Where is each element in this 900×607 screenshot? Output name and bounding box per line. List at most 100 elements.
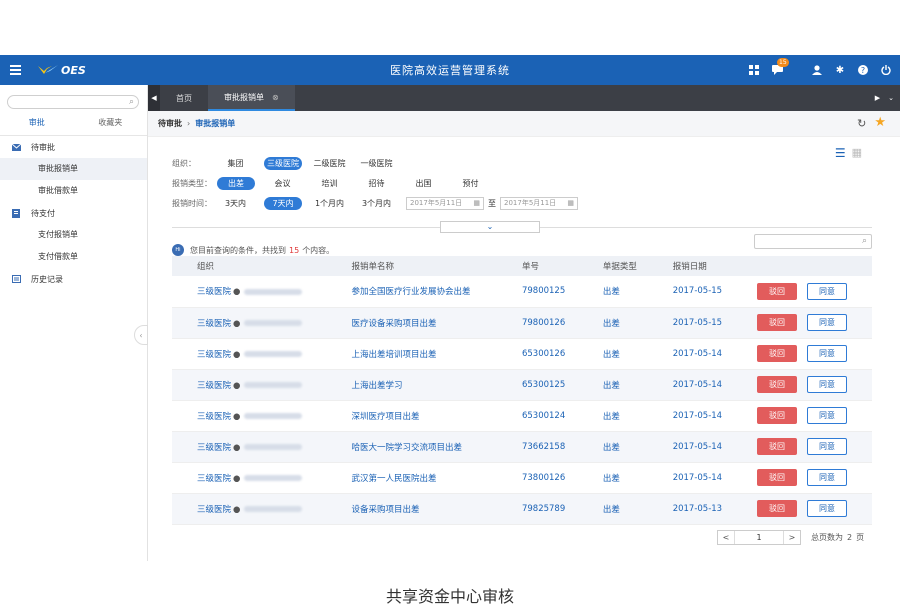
grid-view-icon[interactable]: ▦ [852,146,862,160]
sidebar-group-pending-approval[interactable]: 待审批 [0,136,147,158]
reject-button[interactable]: 驳回 [757,376,797,393]
filter-option[interactable]: 招待 [353,177,400,190]
filter-option[interactable]: 出国 [400,177,447,190]
filter-option-selected[interactable]: 出差 [217,176,255,190]
sidebar-item-pay-expense[interactable]: 支付报销单 [0,224,147,246]
breadcrumb-level1[interactable]: 待审批 [158,118,182,129]
reject-button[interactable]: 驳回 [757,282,797,300]
filter-option[interactable]: 1个月内 [306,197,353,210]
agree-button[interactable]: 同意 [807,282,847,300]
sidebar-item-pay-loan[interactable]: 支付借款单 [0,246,147,268]
message-icon[interactable]: 15 [771,58,789,76]
cell-actions: 驳回 同意 [735,431,872,463]
tab-scroll-left-icon[interactable]: ◀ [148,85,160,111]
filter-option[interactable]: 二级医院 [306,157,353,170]
info-icon: Hi [172,244,184,256]
collapse-sidebar-button[interactable]: ‹ [134,325,148,345]
tab-approve-expense[interactable]: 审批报销单 ⊗ [208,85,295,111]
list-view-icon[interactable]: ☰ [835,146,846,160]
org-name: 三级医院 [197,504,232,515]
star-icon[interactable]: ★ [874,116,886,130]
table-row[interactable]: 三级医院 ● 参加全国医疗行业发展协会出差 79800125 出差 2017-05-15 驳… [172,276,872,308]
cell-org: 三级医院 ● [172,338,327,370]
notification-badge: 15 [777,58,789,67]
cell-name[interactable]: 上海出差学习 [326,369,497,401]
search-icon[interactable]: ⌕ [129,97,134,107]
sidebar-item-approve-loan[interactable]: 审批借款单 [0,180,147,202]
agree-button[interactable]: 同意 [807,500,847,517]
collapse-filters-button[interactable]: ⌄ [440,221,540,233]
cell-name[interactable]: 深圳医疗项目出差 [326,400,497,432]
cell-actions: 驳回 同意 [735,400,872,432]
gear-icon[interactable]: ✱ [834,64,846,76]
table-row[interactable]: 三级医院 ● 深圳医疗项目出差 65300124 出差 2017-05-14 驳回 同意 [172,400,872,432]
sidebar-group-history[interactable]: 历史记录 [0,268,147,290]
sidebar-search-input[interactable]: ⌕ [7,95,139,109]
agree-button[interactable]: 同意 [807,314,847,331]
sidebar-tab-favorites[interactable]: 收藏夹 [74,117,148,133]
date-to-value: 2017年5月11日 [504,199,557,207]
search-icon[interactable]: ⌕ [862,236,867,246]
tab-scroll-right-icon[interactable]: ▶ [875,94,880,102]
filter-option[interactable]: 预付 [447,177,494,190]
cell-type: 出差 [577,431,648,463]
sidebar-group-pending-payment[interactable]: 待支付 [0,202,147,224]
cell-name[interactable]: 设备采购项目出差 [326,493,497,525]
table-row[interactable]: 三级医院 ● 武汉第一人民医院出差 73800126 出差 2017-05-14 驳回 同意 [172,462,872,494]
menu-icon[interactable] [10,65,28,75]
reject-button[interactable]: 驳回 [757,469,797,486]
table-row[interactable]: 三级医院 ● 医疗设备采购项目出差 79800126 出差 2017-05-15 驳回 同意 [172,307,872,339]
filter-option-selected[interactable]: 三级医院 [264,156,302,170]
tab-menu-chevron-down-icon[interactable]: ⌄ [888,94,894,102]
cell-number: 79800126 [496,307,578,339]
filter-option[interactable]: 集团 [212,157,259,170]
filter-option[interactable]: 培训 [306,177,353,190]
reject-button[interactable]: 驳回 [757,438,797,455]
agree-button[interactable]: 同意 [807,407,847,424]
filter-option[interactable]: 3天内 [212,197,259,210]
reject-button[interactable]: 驳回 [757,345,797,362]
table-search-input[interactable]: ⌕ [754,234,872,249]
next-page-button[interactable]: > [784,531,800,544]
cell-name[interactable]: 医疗设备采购项目出差 [326,307,497,339]
power-icon[interactable] [880,64,892,76]
filter-option[interactable]: 一级医院 [353,157,400,170]
agree-button[interactable]: 同意 [807,345,847,362]
refresh-icon[interactable]: ↻ [857,117,866,130]
sidebar-item-approve-expense[interactable]: 审批报销单 [0,158,147,180]
breadcrumb-level2[interactable]: 审批报销单 [195,118,235,129]
prev-page-button[interactable]: < [718,531,734,544]
table-row[interactable]: 三级医院 ● 哈医大一院学习交流项目出差 73662158 出差 2017-05-14 驳回… [172,431,872,463]
agree-button[interactable]: 同意 [807,376,847,393]
calendar-icon[interactable]: ▦ [567,199,574,207]
cell-name[interactable]: 哈医大一院学习交流项目出差 [326,431,497,463]
total-pages-label: 总页数为 [811,533,843,542]
tab-home[interactable]: 首页 [160,85,208,111]
cell-name[interactable]: 参加全国医疗行业发展协会出差 [326,276,497,308]
user-icon[interactable] [811,64,823,76]
reject-button[interactable]: 驳回 [757,407,797,424]
sidebar-tab-approve[interactable]: 审批 [0,117,74,133]
filter-option-selected[interactable]: 7天内 [264,196,302,210]
table-row[interactable]: 三级医院 ● 设备采购项目出差 79825789 出差 2017-05-13 驳回 同意 [172,493,872,525]
reject-button[interactable]: 驳回 [757,500,797,517]
apps-grid-icon[interactable] [748,64,760,76]
table-row[interactable]: 三级医院 ● 上海出差培训项目出差 65300126 出差 2017-05-14 驳回 同意 [172,338,872,370]
close-tab-icon[interactable]: ⊗ [272,93,279,102]
date-from-input[interactable]: 2017年5月11日 ▦ [406,196,484,210]
table-row[interactable]: 三级医院 ● 上海出差学习 65300125 出差 2017-05-14 驳回 同意 [172,369,872,401]
redacted-text [244,288,303,295]
calendar-icon[interactable]: ▦ [473,199,480,207]
agree-button[interactable]: 同意 [807,438,847,455]
result-count: 15 [289,245,300,255]
cell-name[interactable]: 上海出差培训项目出差 [326,338,497,370]
org-name: 三级医院 [197,349,232,360]
agree-button[interactable]: 同意 [807,469,847,486]
filter-option[interactable]: 会议 [259,177,306,190]
cell-name[interactable]: 武汉第一人民医院出差 [326,462,497,494]
help-icon[interactable]: ? [857,64,869,76]
date-to-input[interactable]: 2017年5月11日 ▦ [500,196,578,210]
reject-button[interactable]: 驳回 [757,314,797,331]
filter-option[interactable]: 3个月内 [353,197,400,210]
page-number-input[interactable]: 1 [734,531,784,544]
